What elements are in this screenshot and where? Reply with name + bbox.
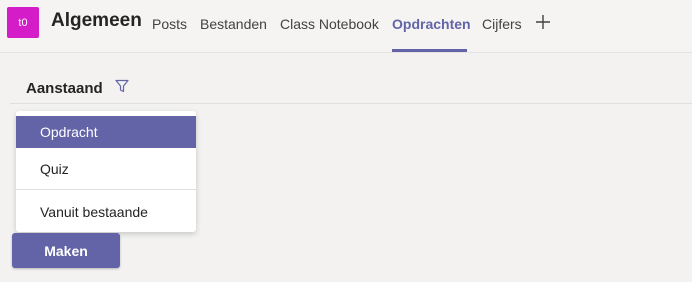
- tab-cijfers[interactable]: Cijfers: [482, 16, 522, 32]
- filter-bar: Aanstaand: [0, 52, 692, 103]
- team-avatar[interactable]: t0: [7, 7, 39, 38]
- tab-posts[interactable]: Posts: [152, 16, 187, 32]
- tab-class-notebook[interactable]: Class Notebook: [280, 16, 379, 32]
- tab-bestanden[interactable]: Bestanden: [200, 16, 267, 32]
- add-tab-button[interactable]: [534, 10, 552, 34]
- plus-icon: [536, 15, 550, 29]
- filter-label: Aanstaand: [26, 80, 103, 97]
- filter-icon[interactable]: [114, 78, 130, 94]
- channel-header: t0 Algemeen Posts Bestanden Class Notebo…: [0, 0, 692, 53]
- menu-item-opdracht[interactable]: Opdracht: [16, 116, 196, 148]
- tab-opdrachten[interactable]: Opdrachten: [392, 16, 471, 32]
- menu-item-vanuit-bestaande[interactable]: Vanuit bestaande: [16, 196, 196, 228]
- menu-divider: [16, 189, 196, 190]
- menu-item-quiz[interactable]: Quiz: [16, 153, 196, 185]
- channel-title: Algemeen: [51, 10, 142, 31]
- create-dropdown-menu: Opdracht Quiz Vanuit bestaande: [16, 111, 196, 232]
- filter-divider: [10, 103, 692, 104]
- create-button[interactable]: Maken: [12, 233, 120, 268]
